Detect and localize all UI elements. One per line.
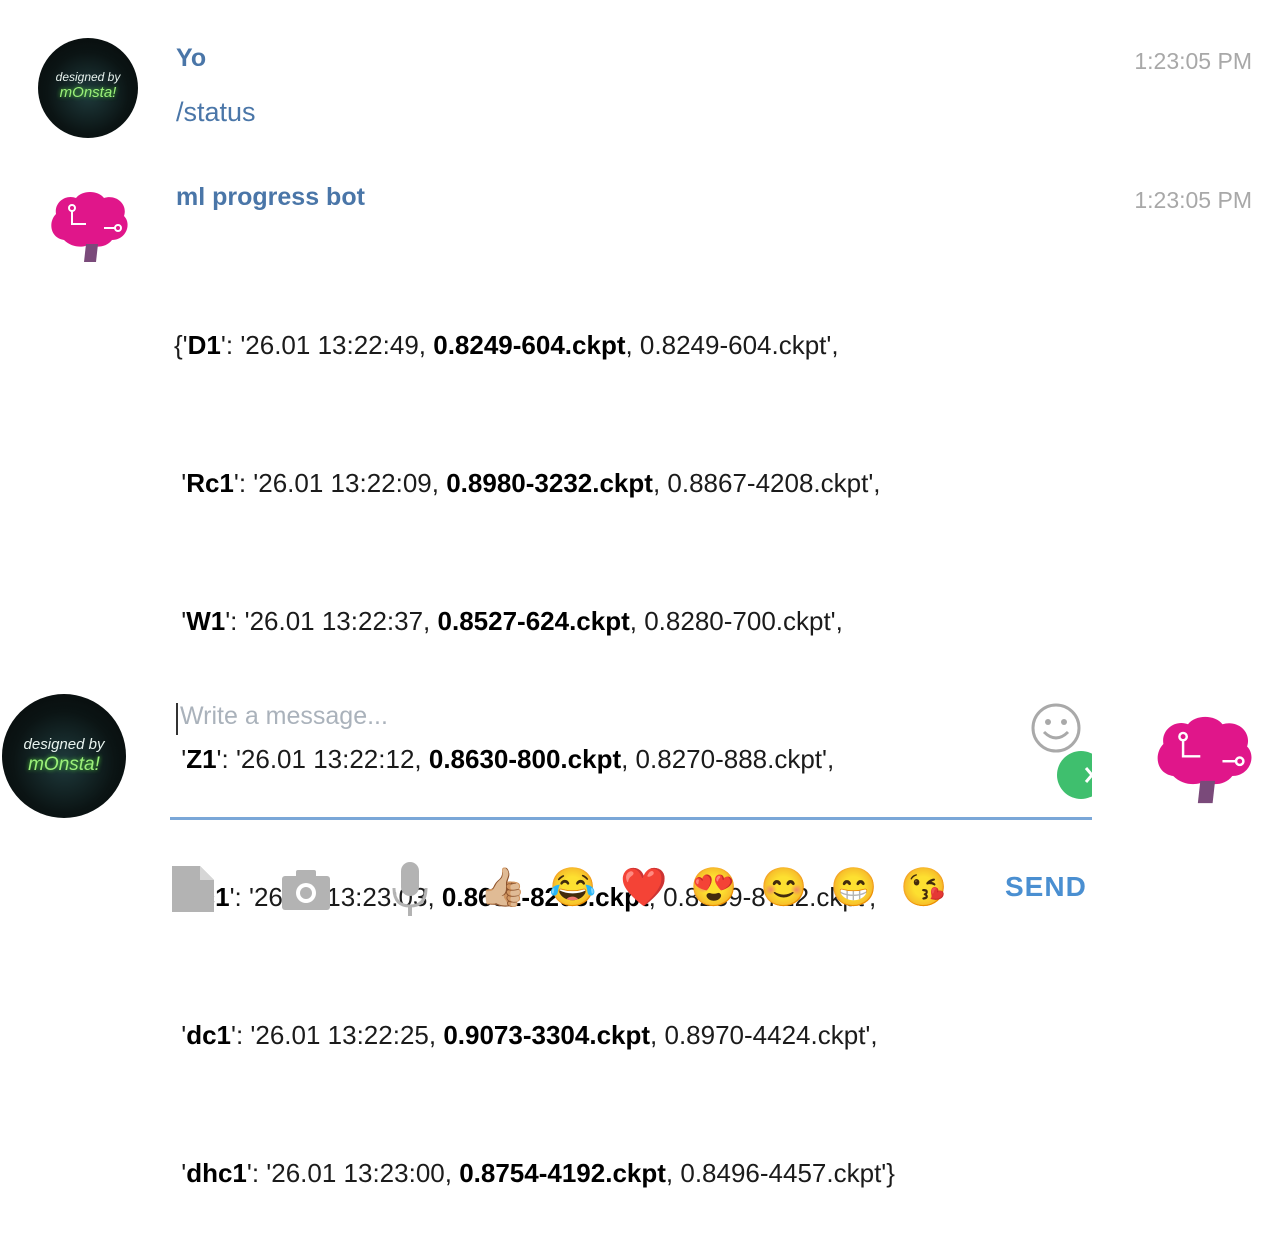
- user-avatar[interactable]: designed by mOnsta!: [38, 38, 138, 138]
- green-circle-icon: [1057, 751, 1092, 799]
- status-line: {'D1': '26.01 13:22:49, 0.8249-604.ckpt,…: [174, 330, 839, 360]
- message-sender[interactable]: Yo: [176, 44, 206, 73]
- emoji-thumbs-up[interactable]: 👍🏼: [479, 866, 526, 910]
- composer-user-avatar[interactable]: designed by mOnsta!: [2, 694, 126, 818]
- smiley-outline-icon: [1031, 703, 1081, 753]
- bot-commands-button[interactable]: [1056, 750, 1092, 800]
- message-sender[interactable]: ml progress bot: [176, 183, 365, 212]
- avatar-logo-line1: designed by: [55, 70, 121, 84]
- microphone-icon: [392, 862, 428, 916]
- status-line: 'W1': '26.01 13:22:37, 0.8527-624.ckpt, …: [174, 606, 843, 636]
- brain-icon: [1157, 716, 1252, 804]
- emoji-grinning[interactable]: 😁: [830, 866, 877, 910]
- status-line: 'Z1': '26.01 13:22:12, 0.8630-800.ckpt, …: [174, 744, 835, 774]
- status-line: 'dc1': '26.01 13:22:25, 0.9073-3304.ckpt…: [174, 1020, 878, 1050]
- emoji-smiling[interactable]: 😊: [760, 866, 807, 910]
- voice-message-button[interactable]: [390, 862, 430, 918]
- emoji-kiss[interactable]: 😘: [900, 866, 947, 910]
- attach-file-button[interactable]: [172, 866, 214, 912]
- message-input[interactable]: Write a message...: [180, 702, 1020, 731]
- bot-message-body[interactable]: {'D1': '26.01 13:22:49, 0.8249-604.ckpt,…: [174, 230, 895, 1242]
- bot-avatar[interactable]: [46, 188, 132, 266]
- chat-bot-avatar[interactable]: [1148, 712, 1260, 808]
- input-underline: [170, 817, 1092, 820]
- emoji-red-heart[interactable]: ❤️: [620, 866, 667, 910]
- brain-icon: [51, 192, 128, 262]
- send-button[interactable]: SEND: [1005, 871, 1087, 903]
- avatar-logo-line1: designed by: [23, 736, 105, 753]
- file-icon: [172, 866, 214, 912]
- status-line: 'Rc1': '26.01 13:22:09, 0.8980-3232.ckpt…: [174, 468, 881, 498]
- emoji-tears-of-joy[interactable]: 😂: [549, 866, 596, 910]
- emoji-heart-eyes[interactable]: 😍: [690, 866, 737, 910]
- avatar-logo-line2: mOnsta!: [59, 84, 117, 101]
- message-timestamp: 1:23:05 PM: [1134, 187, 1252, 213]
- text-caret: [176, 703, 178, 735]
- attach-photo-button[interactable]: [282, 868, 330, 910]
- message-text[interactable]: /status: [176, 97, 256, 128]
- avatar-logo-line2: mOnsta!: [28, 754, 100, 775]
- camera-icon: [282, 870, 330, 910]
- emoji-picker-button[interactable]: [1030, 702, 1082, 754]
- status-line: 'dhc1': '26.01 13:23:00, 0.8754-4192.ckp…: [174, 1158, 895, 1188]
- message-timestamp: 1:23:05 PM: [1134, 48, 1252, 74]
